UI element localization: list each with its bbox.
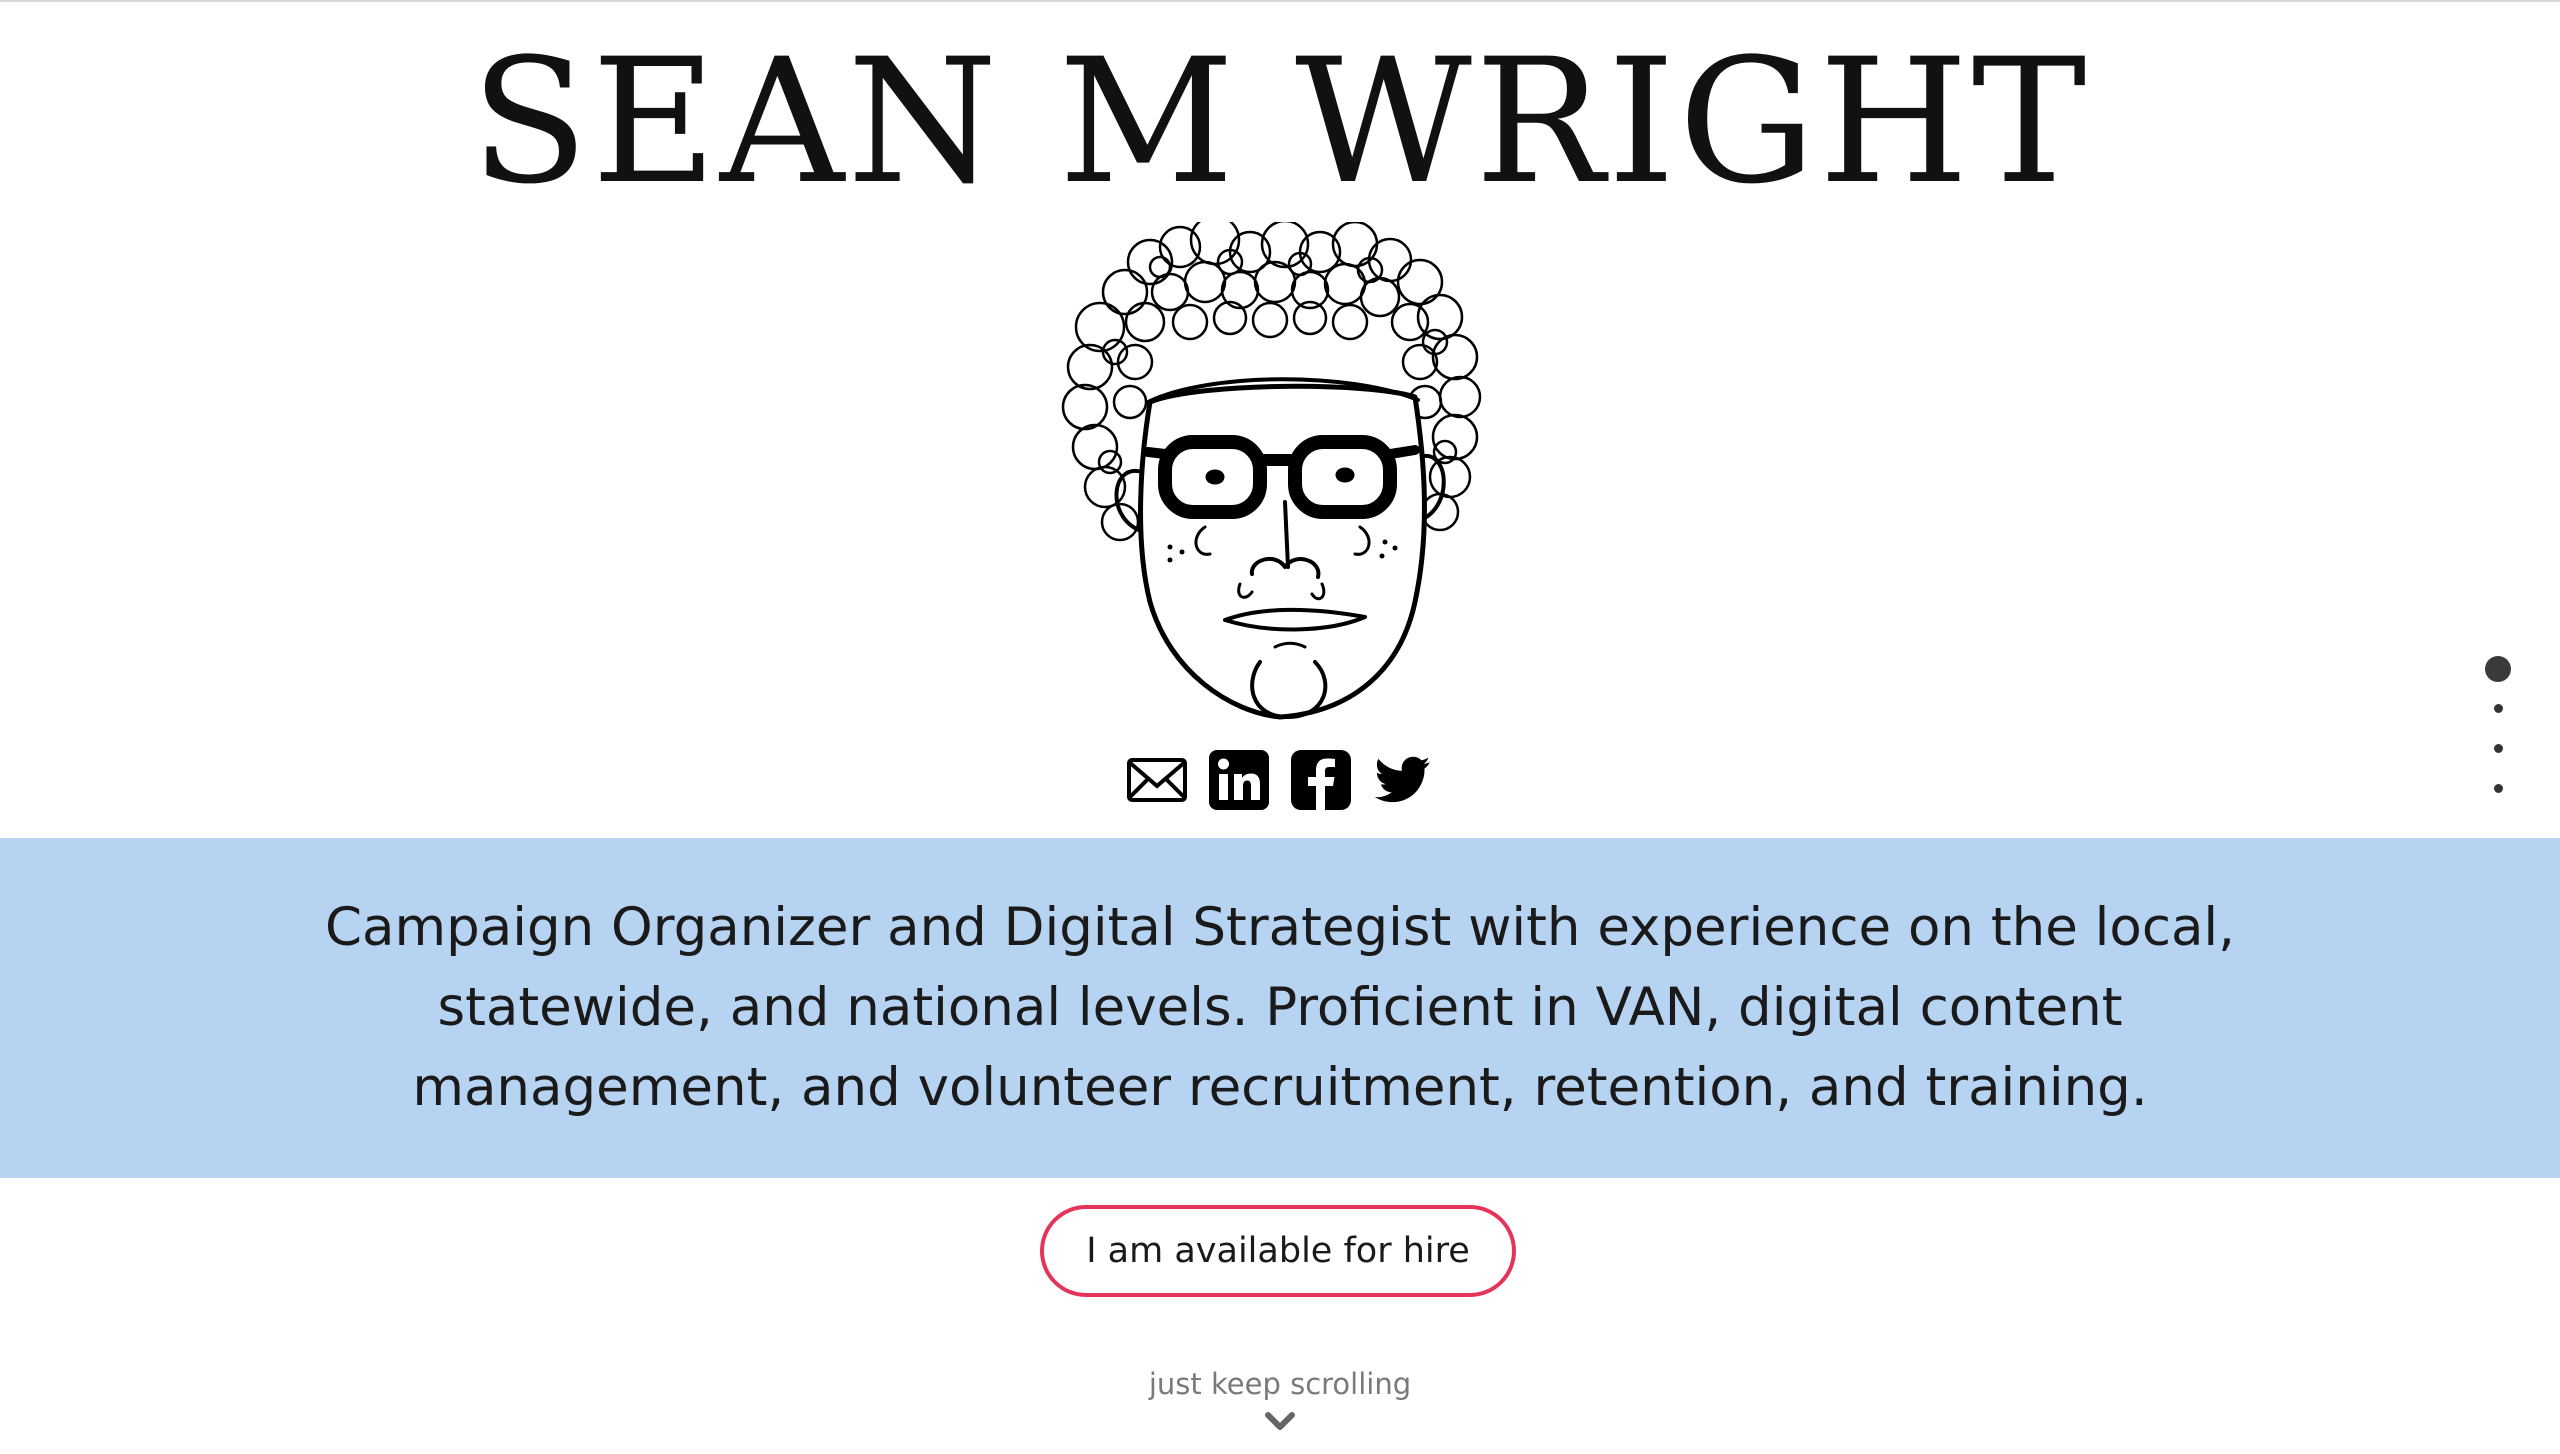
top-divider [0,0,2560,2]
linkedin-icon[interactable] [1207,748,1271,812]
scroll-hint: just keep scrolling [1148,1367,1412,1401]
twitter-icon[interactable] [1371,748,1435,812]
page: SEAN M WRIGHT Campaign Organizer and Dig… [0,0,2560,1454]
section-dot-4[interactable] [2494,784,2503,793]
avatar-caricature [1061,222,1482,720]
site-title: SEAN M WRIGHT [470,21,2090,222]
intro-tagline: Campaign Organizer and Digital Strategis… [324,897,2236,1118]
section-dot-2[interactable] [2494,704,2503,713]
section-dot-3[interactable] [2494,744,2503,753]
chevron-down-icon[interactable] [1264,1410,1296,1434]
mail-icon[interactable] [1125,748,1189,812]
section-dots-nav [2478,650,2518,800]
section-dot-1[interactable] [2485,656,2511,682]
hire-button[interactable]: I am available for hire [1040,1205,1516,1297]
facebook-icon[interactable] [1289,748,1353,812]
social-links [1125,748,1445,818]
